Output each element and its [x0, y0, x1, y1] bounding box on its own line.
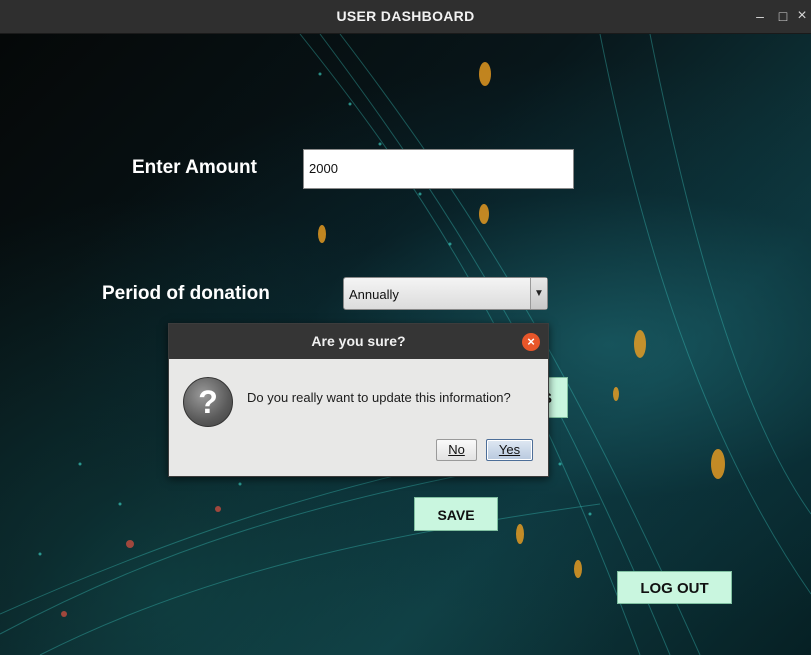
maximize-icon[interactable]: □ [773, 6, 793, 26]
dropdown-arrow-icon[interactable]: ▼ [530, 278, 547, 309]
yes-button[interactable]: Yes [486, 439, 533, 461]
confirm-dialog: Are you sure? × ? Do you really want to … [168, 323, 549, 477]
window-titlebar: USER DASHBOARD – □ × [0, 0, 811, 34]
amount-input[interactable]: 2000 [303, 149, 574, 189]
minimize-icon[interactable]: – [750, 6, 770, 26]
logout-button[interactable]: LOG OUT [617, 571, 732, 604]
dialog-title: Are you sure? [311, 333, 406, 349]
period-select[interactable]: Annually ▼ [343, 277, 548, 310]
question-icon: ? [183, 377, 233, 427]
no-button[interactable]: No [436, 439, 477, 461]
period-selected-value: Annually [349, 287, 399, 302]
dialog-close-icon[interactable]: × [522, 333, 540, 351]
period-label: Period of donation [102, 283, 270, 304]
no-button-label: No [448, 442, 465, 457]
dialog-message: Do you really want to update this inform… [247, 390, 511, 405]
window-close-icon[interactable]: × [792, 6, 811, 26]
dialog-titlebar: Are you sure? × [169, 324, 548, 359]
save-button[interactable]: SAVE [414, 497, 498, 531]
amount-label: Enter Amount [132, 157, 257, 178]
window-title: USER DASHBOARD [336, 8, 475, 24]
yes-button-label: Yes [498, 442, 521, 457]
